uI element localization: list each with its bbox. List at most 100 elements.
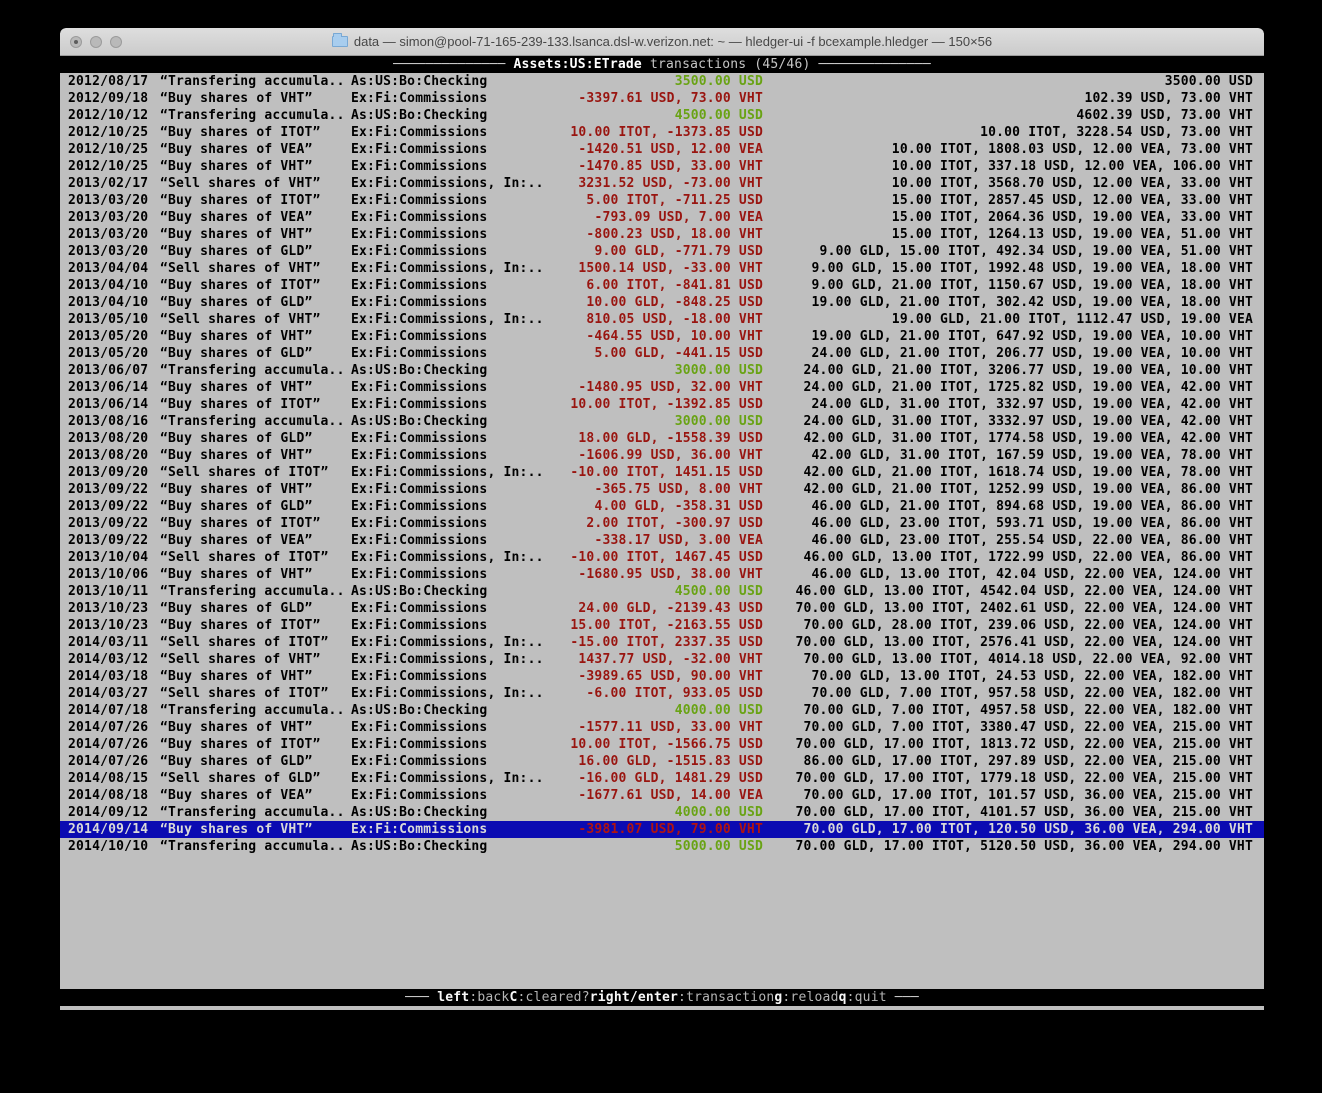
transaction-row[interactable]: 2013/08/20 “Buy shares of VHT” Ex:Fi:Com… [60, 447, 1264, 464]
header-left-dashes: ────────────── [393, 56, 513, 73]
transaction-date: 2012/10/25 [60, 141, 160, 158]
transaction-change-amount: 10.00 ITOT, -1392.85 USD [547, 396, 763, 413]
transaction-row[interactable]: 2014/09/12 “Transfering accumula.. As:US… [60, 804, 1264, 821]
transaction-row[interactable]: 2013/10/23 “Buy shares of GLD” Ex:Fi:Com… [60, 600, 1264, 617]
transaction-row[interactable]: 2013/02/17 “Sell shares of VHT” Ex:Fi:Co… [60, 175, 1264, 192]
transaction-row[interactable]: 2014/03/12 “Sell shares of VHT” Ex:Fi:Co… [60, 651, 1264, 668]
transaction-running-balance: 9.00 GLD, 15.00 ITOT, 492.34 USD, 19.00 … [763, 243, 1264, 260]
transaction-row[interactable]: 2012/10/25 “Buy shares of VEA” Ex:Fi:Com… [60, 141, 1264, 158]
transaction-row[interactable]: 2013/06/14 “Buy shares of VHT” Ex:Fi:Com… [60, 379, 1264, 396]
transaction-row[interactable]: 2014/03/27 “Sell shares of ITOT” Ex:Fi:C… [60, 685, 1264, 702]
transaction-other-accounts: Ex:Fi:Commissions, In:.. [351, 549, 547, 566]
transaction-row[interactable]: 2013/08/20 “Buy shares of GLD” Ex:Fi:Com… [60, 430, 1264, 447]
transaction-change-amount: 3231.52 USD, -73.00 VHT [547, 175, 763, 192]
transaction-change-amount: 3000.00 USD [547, 362, 763, 379]
transaction-description: “Buy shares of VHT” [160, 226, 351, 243]
transaction-change-amount: 16.00 GLD, -1515.83 USD [547, 753, 763, 770]
transaction-change-amount: 2.00 ITOT, -300.97 USD [547, 515, 763, 532]
transaction-row[interactable]: 2013/05/20 “Buy shares of GLD” Ex:Fi:Com… [60, 345, 1264, 362]
close-button[interactable] [70, 36, 82, 48]
transaction-row[interactable]: 2013/04/10 “Buy shares of GLD” Ex:Fi:Com… [60, 294, 1264, 311]
transaction-row[interactable]: 2013/05/20 “Buy shares of VHT” Ex:Fi:Com… [60, 328, 1264, 345]
transaction-running-balance: 10.00 ITOT, 3228.54 USD, 73.00 VHT [763, 124, 1264, 141]
transaction-row[interactable]: 2013/06/14 “Buy shares of ITOT” Ex:Fi:Co… [60, 396, 1264, 413]
transaction-row[interactable]: 2012/10/25 “Buy shares of VHT” Ex:Fi:Com… [60, 158, 1264, 175]
transaction-running-balance: 70.00 GLD, 7.00 ITOT, 957.58 USD, 22.00 … [763, 685, 1264, 702]
transaction-date: 2013/08/20 [60, 447, 160, 464]
transaction-other-accounts: Ex:Fi:Commissions [351, 345, 547, 362]
transaction-row[interactable]: 2013/05/10 “Sell shares of VHT” Ex:Fi:Co… [60, 311, 1264, 328]
transaction-change-amount: 4500.00 USD [547, 107, 763, 124]
transaction-row[interactable]: 2013/03/20 “Buy shares of ITOT” Ex:Fi:Co… [60, 192, 1264, 209]
transaction-change-amount: -1680.95 USD, 38.00 VHT [547, 566, 763, 583]
transaction-row[interactable]: 2013/09/20 “Sell shares of ITOT” Ex:Fi:C… [60, 464, 1264, 481]
transaction-running-balance: 46.00 GLD, 13.00 ITOT, 4542.04 USD, 22.0… [763, 583, 1264, 600]
transaction-change-amount: -15.00 ITOT, 2337.35 USD [547, 634, 763, 651]
transaction-row[interactable]: 2012/09/18 “Buy shares of VHT” Ex:Fi:Com… [60, 90, 1264, 107]
transaction-change-amount: 9.00 GLD, -771.79 USD [547, 243, 763, 260]
transaction-row[interactable]: 2014/07/26 “Buy shares of GLD” Ex:Fi:Com… [60, 753, 1264, 770]
transaction-row[interactable]: 2013/10/23 “Buy shares of ITOT” Ex:Fi:Co… [60, 617, 1264, 634]
transaction-running-balance: 42.00 GLD, 31.00 ITOT, 167.59 USD, 19.00… [763, 447, 1264, 464]
transaction-row[interactable]: 2013/04/04 “Sell shares of VHT” Ex:Fi:Co… [60, 260, 1264, 277]
transaction-running-balance: 42.00 GLD, 31.00 ITOT, 1774.58 USD, 19.0… [763, 430, 1264, 447]
transaction-other-accounts: As:US:Bo:Checking [351, 362, 547, 379]
transaction-row[interactable]: 2013/09/22 “Buy shares of ITOT” Ex:Fi:Co… [60, 515, 1264, 532]
transaction-row[interactable]: 2014/07/18 “Transfering accumula.. As:US… [60, 702, 1264, 719]
transaction-date: 2013/09/22 [60, 481, 160, 498]
transaction-description: “Buy shares of VHT” [160, 328, 351, 345]
transaction-running-balance: 19.00 GLD, 21.00 ITOT, 302.42 USD, 19.00… [763, 294, 1264, 311]
transaction-row[interactable]: 2013/04/10 “Buy shares of ITOT” Ex:Fi:Co… [60, 277, 1264, 294]
transaction-other-accounts: Ex:Fi:Commissions [351, 294, 547, 311]
transaction-row[interactable]: 2013/03/20 “Buy shares of GLD” Ex:Fi:Com… [60, 243, 1264, 260]
transaction-change-amount: 810.05 USD, -18.00 VHT [547, 311, 763, 328]
transaction-date: 2013/09/22 [60, 498, 160, 515]
transaction-row[interactable]: 2014/08/18 “Buy shares of VEA” Ex:Fi:Com… [60, 787, 1264, 804]
transaction-row[interactable]: 2014/10/10 “Transfering accumula.. As:US… [60, 838, 1264, 855]
minimize-button[interactable] [90, 36, 102, 48]
transaction-row[interactable]: 2013/06/07 “Transfering accumula.. As:US… [60, 362, 1264, 379]
transaction-row[interactable]: 2013/09/22 “Buy shares of GLD” Ex:Fi:Com… [60, 498, 1264, 515]
transaction-running-balance: 70.00 GLD, 17.00 ITOT, 5120.50 USD, 36.0… [763, 838, 1264, 855]
transaction-row[interactable]: 2013/09/22 “Buy shares of VHT” Ex:Fi:Com… [60, 481, 1264, 498]
transaction-change-amount: 24.00 GLD, -2139.43 USD [547, 600, 763, 617]
transaction-change-amount: -338.17 USD, 3.00 VEA [547, 532, 763, 549]
transaction-row[interactable]: 2013/03/20 “Buy shares of VEA” Ex:Fi:Com… [60, 209, 1264, 226]
transaction-running-balance: 4602.39 USD, 73.00 VHT [763, 107, 1264, 124]
transaction-date: 2013/05/20 [60, 345, 160, 362]
status-bar: ─── left:back C:cleared? right/enter:tra… [60, 989, 1264, 1006]
transaction-change-amount: -1677.61 USD, 14.00 VEA [547, 787, 763, 804]
transaction-change-amount: 15.00 ITOT, -2163.55 USD [547, 617, 763, 634]
transaction-row[interactable]: 2014/09/14 “Buy shares of VHT” Ex:Fi:Com… [60, 821, 1264, 838]
transaction-change-amount: 4000.00 USD [547, 702, 763, 719]
transaction-row[interactable]: 2013/10/11 “Transfering accumula.. As:US… [60, 583, 1264, 600]
transaction-row[interactable]: 2012/08/17 “Transfering accumula.. As:US… [60, 73, 1264, 90]
transaction-row[interactable]: 2013/10/04 “Sell shares of ITOT” Ex:Fi:C… [60, 549, 1264, 566]
window-titlebar[interactable]: data — simon@pool-71-165-239-133.lsanca.… [60, 28, 1264, 56]
transaction-row[interactable]: 2013/03/20 “Buy shares of VHT” Ex:Fi:Com… [60, 226, 1264, 243]
transaction-row[interactable]: 2014/03/18 “Buy shares of VHT” Ex:Fi:Com… [60, 668, 1264, 685]
transaction-row[interactable]: 2014/07/26 “Buy shares of VHT” Ex:Fi:Com… [60, 719, 1264, 736]
transaction-date: 2013/04/10 [60, 277, 160, 294]
transaction-row[interactable]: 2014/08/15 “Sell shares of GLD” Ex:Fi:Co… [60, 770, 1264, 787]
transaction-change-amount: 4500.00 USD [547, 583, 763, 600]
transaction-date: 2014/08/18 [60, 787, 160, 804]
transaction-running-balance: 24.00 GLD, 31.00 ITOT, 332.97 USD, 19.00… [763, 396, 1264, 413]
transaction-description: “Transfering accumula.. [160, 107, 351, 124]
transaction-description: “Sell shares of VHT” [160, 651, 351, 668]
transaction-description: “Buy shares of VHT” [160, 719, 351, 736]
transaction-row[interactable]: 2012/10/25 “Buy shares of ITOT” Ex:Fi:Co… [60, 124, 1264, 141]
transaction-row[interactable]: 2013/08/16 “Transfering accumula.. As:US… [60, 413, 1264, 430]
transaction-description: “Sell shares of VHT” [160, 175, 351, 192]
transaction-date: 2013/06/14 [60, 396, 160, 413]
transaction-running-balance: 24.00 GLD, 21.00 ITOT, 206.77 USD, 19.00… [763, 345, 1264, 362]
transaction-row[interactable]: 2013/10/06 “Buy shares of VHT” Ex:Fi:Com… [60, 566, 1264, 583]
zoom-button[interactable] [110, 36, 122, 48]
transaction-change-amount: 3500.00 USD [547, 73, 763, 90]
transaction-row[interactable]: 2014/07/26 “Buy shares of ITOT” Ex:Fi:Co… [60, 736, 1264, 753]
transaction-row[interactable]: 2013/09/22 “Buy shares of VEA” Ex:Fi:Com… [60, 532, 1264, 549]
transaction-row[interactable]: 2014/03/11 “Sell shares of ITOT” Ex:Fi:C… [60, 634, 1264, 651]
transaction-running-balance: 70.00 GLD, 17.00 ITOT, 101.57 USD, 36.00… [763, 787, 1264, 804]
transaction-row[interactable]: 2012/10/12 “Transfering accumula.. As:US… [60, 107, 1264, 124]
transaction-running-balance: 70.00 GLD, 7.00 ITOT, 4957.58 USD, 22.00… [763, 702, 1264, 719]
